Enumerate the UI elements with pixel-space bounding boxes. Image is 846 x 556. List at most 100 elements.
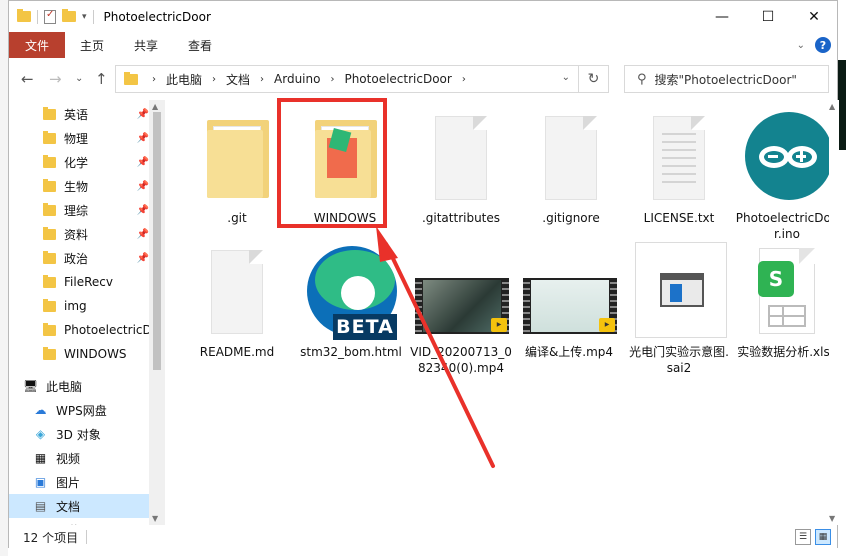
folder-icon (43, 154, 56, 168)
expand-ribbon-icon[interactable]: ⌄ (797, 40, 805, 51)
tab-view[interactable]: 查看 (173, 32, 227, 58)
file-item-sai2[interactable]: 光电门实验示意图.sai2 (627, 242, 731, 376)
file-name: 编译&上传.mp4 (524, 345, 614, 359)
nav-item-videos[interactable]: ▦ 视频 (9, 446, 149, 470)
content-scrollbar[interactable]: ▲ ▼ (829, 100, 839, 525)
pin-icon[interactable]: 📌 (137, 157, 149, 168)
file-name: VID_20200713_082340(0).mp4 (410, 345, 512, 375)
window-title: PhotoelectricDoor (103, 9, 211, 24)
chevron-right-icon[interactable]: › (462, 74, 466, 85)
back-icon[interactable]: ← (21, 70, 34, 88)
up-icon[interactable]: ↑ (95, 70, 108, 88)
tab-home[interactable]: 主页 (65, 32, 119, 58)
folder-icon (43, 322, 56, 336)
pin-icon[interactable]: 📌 (137, 229, 149, 240)
file-item-git[interactable]: .git (185, 108, 289, 226)
beta-badge: BETA (333, 314, 397, 340)
forward-icon[interactable]: → (49, 70, 62, 88)
nav-item-chemistry[interactable]: 化学 📌 (9, 150, 149, 174)
pin-icon[interactable]: 📌 (137, 181, 149, 192)
nav-item-img[interactable]: img (9, 294, 149, 318)
address-bar[interactable]: › 此电脑 › 文档 › Arduino › PhotoelectricDoor… (115, 65, 609, 93)
nav-item-3d-objects[interactable]: ◈ 3D 对象 (9, 422, 149, 446)
tab-file[interactable]: 文件 (9, 32, 66, 58)
nav-item-wps-drive[interactable]: ☁ WPS网盘 (9, 398, 149, 422)
file-item-xlsx[interactable]: S 实验数据分析.xlsx (735, 242, 839, 360)
nav-item-photoelectricdoor[interactable]: PhotoelectricDoor (9, 318, 149, 342)
recent-dropdown-icon[interactable]: ⌄ (75, 73, 83, 84)
nav-item-politics[interactable]: 政治 📌 (9, 246, 149, 270)
file-item-stm32-bom[interactable]: BETA stm32_bom.html (299, 242, 403, 360)
file-item-vid[interactable]: ▶ VID_20200713_082340(0).mp4 (409, 242, 513, 376)
nav-item-materials[interactable]: 资料 📌 (9, 222, 149, 246)
breadcrumb-this-pc[interactable]: 此电脑 (166, 71, 202, 88)
search-box[interactable]: ⚲ 搜索"PhotoelectricDoor" (624, 65, 829, 93)
file-item-ino[interactable]: PhotoelectricDoor.ino (735, 108, 839, 242)
new-folder-icon[interactable] (62, 9, 76, 22)
pin-icon[interactable]: 📌 (137, 109, 149, 120)
nav-item-filerecv[interactable]: FileRecv (9, 270, 149, 294)
nav-item-this-pc[interactable]: 🖥 此电脑 (9, 374, 149, 398)
video-thumbnail: ▶ (415, 278, 509, 334)
pin-icon[interactable]: 📌 (137, 205, 149, 216)
chevron-right-icon[interactable]: › (212, 74, 216, 85)
folder-icon (43, 298, 56, 312)
divider (37, 9, 38, 24)
maximize-button[interactable]: ☐ (745, 1, 791, 32)
close-button[interactable]: ✕ (791, 1, 837, 32)
address-dropdown-icon[interactable]: ⌄ (562, 72, 570, 83)
nav-item-pictures[interactable]: ▣ 图片 (9, 470, 149, 494)
scroll-up-icon[interactable]: ▲ (152, 102, 158, 111)
properties-icon[interactable] (44, 9, 56, 24)
chevron-right-icon[interactable]: › (152, 74, 156, 85)
nav-item-physics[interactable]: 物理 📌 (9, 126, 149, 150)
file-name: .git (227, 211, 247, 225)
file-name: 光电门实验示意图.sai2 (629, 345, 729, 375)
customize-dropdown-icon[interactable]: ▾ (82, 12, 87, 22)
chevron-right-icon[interactable]: › (330, 74, 334, 85)
nav-label: 图片 (56, 475, 81, 490)
file-name: LICENSE.txt (643, 211, 715, 225)
refresh-icon[interactable]: ↻ (578, 66, 608, 92)
pin-icon[interactable]: 📌 (137, 133, 149, 144)
search-icon: ⚲ (637, 71, 647, 87)
scroll-up-icon[interactable]: ▲ (829, 102, 835, 111)
large-icons-view-icon[interactable]: ▦ (815, 529, 831, 545)
help-icon[interactable]: ? (815, 37, 831, 53)
breadcrumb-photoelectricdoor[interactable]: PhotoelectricDoor (344, 72, 451, 86)
file-item-gitignore[interactable]: .gitignore (519, 108, 623, 226)
minimize-button[interactable]: — (699, 1, 745, 32)
folder-icon (43, 106, 56, 120)
file-item-gitattributes[interactable]: .gitattributes (409, 108, 513, 226)
details-view-icon[interactable]: ☰ (795, 529, 811, 545)
nav-item-biology[interactable]: 生物 📌 (9, 174, 149, 198)
folder-icon (17, 9, 31, 22)
folder-icon (43, 178, 56, 192)
nav-item-science[interactable]: 理综 📌 (9, 198, 149, 222)
folder-icon (43, 346, 56, 360)
nav-item-windows[interactable]: WINDOWS (9, 342, 149, 366)
file-name: PhotoelectricDoor.ino (735, 211, 839, 241)
desktop-background-left (0, 0, 8, 556)
window-controls: — ☐ ✕ (699, 1, 837, 32)
ribbon-right-controls: ⌄ ? (797, 37, 831, 53)
nav-item-downloads[interactable]: ↓下载 (9, 518, 149, 525)
nav-item-english[interactable]: 英语 📌 (9, 102, 149, 126)
breadcrumb-documents[interactable]: 文档 (226, 71, 250, 88)
pin-icon[interactable]: 📌 (137, 253, 149, 264)
nav-scrollbar[interactable]: ▲ ▼ (149, 100, 165, 525)
breadcrumb-arduino[interactable]: Arduino (274, 72, 320, 86)
text-file-icon (653, 116, 705, 200)
chevron-right-icon[interactable]: › (260, 74, 264, 85)
cube-icon: ◈ (35, 427, 46, 441)
scroll-down-icon[interactable]: ▼ (829, 514, 835, 523)
scrollbar-thumb[interactable] (153, 112, 161, 370)
tab-share[interactable]: 共享 (119, 32, 173, 58)
nav-label: 3D 对象 (56, 427, 101, 442)
title-bar[interactable]: ▾ PhotoelectricDoor — ☐ ✕ (9, 1, 837, 32)
nav-item-documents[interactable]: ▤ 文档 (9, 494, 149, 518)
file-item-license[interactable]: LICENSE.txt (627, 108, 731, 226)
scroll-down-icon[interactable]: ▼ (152, 514, 158, 523)
file-item-readme[interactable]: README.md (185, 242, 289, 360)
file-item-compile-upload[interactable]: ▶ 编译&上传.mp4 (517, 242, 621, 360)
